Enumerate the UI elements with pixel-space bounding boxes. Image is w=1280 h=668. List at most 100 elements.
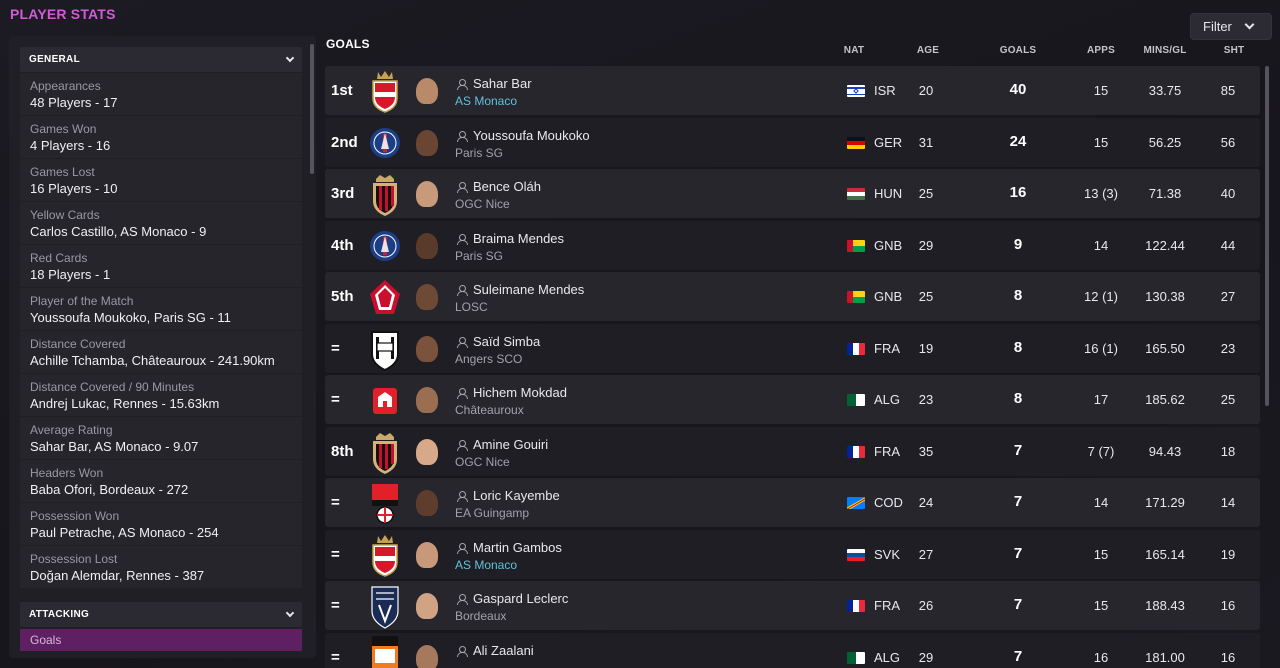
player-name-link[interactable]: Braima Mendes (457, 231, 564, 246)
stat-item[interactable]: Distance Covered / 90 Minutes Andrej Luka… (20, 374, 302, 416)
club-crest-icon[interactable] (369, 223, 401, 269)
table-row[interactable]: = Martin Gambos AS Monaco SVK 27 7 15 165.14 19 (325, 529, 1260, 579)
table-row[interactable]: 5th Suleimane Mendes LOSC GNB 25 8 12 (1) 130.3… (325, 272, 1260, 321)
player-name-link[interactable]: Sahar Bar (457, 76, 532, 91)
player-name-link[interactable]: Loric Kayembe (457, 488, 560, 503)
club-name-link[interactable]: Angers SCO (455, 352, 522, 366)
col-header-apps[interactable]: APPS (1087, 45, 1115, 56)
player-avatar[interactable] (416, 181, 438, 207)
person-icon (457, 439, 468, 451)
club-name-link[interactable]: Paris SG (455, 146, 503, 160)
club-crest-icon[interactable] (369, 274, 401, 320)
club-crest-icon[interactable] (369, 171, 401, 217)
club-name-link[interactable]: OGC Nice (455, 197, 510, 211)
player-name-link[interactable]: Ali Zaalani (457, 643, 534, 658)
player-name-link[interactable]: Hichem Mokdad (457, 385, 567, 400)
sidebar-scrollbar-thumb[interactable] (310, 44, 314, 174)
player-avatar[interactable] (416, 78, 438, 104)
nation-flag-icon (847, 291, 865, 303)
stat-item[interactable]: Games Won 4 Players - 16 (20, 116, 302, 158)
sidebar-scrollbar[interactable] (310, 44, 314, 652)
club-crest-icon[interactable] (369, 377, 401, 423)
player-avatar[interactable] (416, 129, 438, 156)
player-avatar[interactable] (416, 593, 438, 619)
stat-leader: Youssoufa Moukoko, Paris SG - 11 (30, 310, 231, 325)
table-row[interactable]: = Saïd Simba Angers SCO FRA 19 8 16 (1) 165.50 2… (325, 323, 1260, 373)
table-row[interactable]: = Gaspard Leclerc Bordeaux FRA 26 7 15 188.43 16 (325, 581, 1260, 630)
player-name-link[interactable]: Youssoufa Moukoko (457, 128, 590, 143)
table-scrollbar[interactable] (1265, 66, 1269, 406)
table-row[interactable]: = Loric Kayembe EA Guingamp COD 24 7 14 171.29 1… (325, 478, 1260, 527)
shots-value: 23 (1220, 340, 1236, 356)
player-avatar[interactable] (416, 438, 438, 465)
shots-value: 18 (1220, 443, 1236, 459)
nationality-code: SVK (874, 546, 901, 562)
player-name-link[interactable]: Saïd Simba (457, 334, 540, 349)
stat-item[interactable]: Possession Lost Doğan Alemdar, Rennes - 3… (20, 546, 302, 588)
col-header-sht[interactable]: SHT (1224, 45, 1245, 56)
table-row[interactable]: 4th Braima Mendes Paris SG GNB 29 9 14 122.44 44 (325, 220, 1260, 270)
shots-value: 19 (1220, 546, 1236, 562)
section-general[interactable]: GENERAL (20, 47, 302, 72)
player-avatar[interactable] (416, 232, 438, 259)
apps-value: 15 (1093, 83, 1109, 98)
stat-item[interactable]: Red Cards 18 Players - 1 (20, 245, 302, 287)
filter-button[interactable]: Filter (1190, 13, 1272, 40)
table-row[interactable]: 2nd Youssoufa Moukoko Paris SG GER 31 24 15 56.… (325, 117, 1260, 167)
col-header-mins-gl[interactable]: MINS/GL (1143, 45, 1186, 56)
player-avatar[interactable] (416, 490, 438, 516)
club-crest-icon[interactable] (369, 429, 401, 475)
col-header-nat[interactable]: NAT (844, 45, 864, 56)
player-name: Amine Gouiri (473, 436, 549, 452)
mins-per-goal-value: 171.29 (1145, 495, 1185, 510)
col-header-age[interactable]: AGE (917, 45, 939, 56)
stat-item[interactable]: Possession Won Paul Petrache, AS Monaco -… (20, 503, 302, 545)
club-name-link[interactable]: OGC Nice (455, 455, 510, 469)
player-avatar[interactable] (416, 387, 438, 413)
player-name-link[interactable]: Amine Gouiri (457, 437, 548, 452)
player-name-link[interactable]: Martin Gambos (457, 540, 562, 555)
section-attacking[interactable]: ATTACKING (20, 602, 302, 627)
player-name-link[interactable]: Gaspard Leclerc (457, 591, 568, 606)
table-row[interactable]: = Hichem Mokdad Châteauroux ALG 23 8 17 185.62 2… (325, 375, 1260, 424)
stat-item[interactable]: Headers Won Baba Ofori, Bordeaux - 272 (20, 460, 302, 502)
club-name-link[interactable]: Bordeaux (455, 609, 506, 623)
stat-item[interactable]: Yellow Cards Carlos Castillo, AS Monaco -… (20, 202, 302, 244)
stat-leader: Carlos Castillo, AS Monaco - 9 (30, 224, 207, 239)
player-avatar[interactable] (416, 284, 438, 310)
club-crest-icon[interactable] (369, 480, 401, 526)
player-avatar[interactable] (416, 644, 438, 668)
nation-flag-icon (847, 651, 865, 664)
stat-item[interactable]: Average Rating Sahar Bar, AS Monaco - 9.0… (20, 417, 302, 459)
stat-item[interactable]: Player of the Match Youssoufa Moukoko, Pa… (20, 288, 302, 330)
player-avatar[interactable] (416, 541, 438, 568)
table-row[interactable]: 1st Sahar Bar AS Monaco ISR 20 40 15 33.75 85 (325, 66, 1260, 115)
club-name-link[interactable]: Paris SG (455, 249, 503, 263)
club-crest-icon[interactable] (369, 635, 401, 668)
player-name-link[interactable]: Suleimane Mendes (457, 282, 584, 297)
goals-value: 24 (1009, 132, 1027, 150)
stat-item[interactable]: Games Lost 16 Players - 10 (20, 159, 302, 201)
club-crest-icon[interactable] (369, 583, 401, 629)
col-header-goals[interactable]: GOALS (1000, 45, 1037, 56)
club-name-link[interactable]: LOSC (455, 300, 488, 314)
stat-item[interactable]: Distance Covered Achille Tchamba, Château… (20, 331, 302, 373)
club-crest-icon[interactable] (369, 68, 401, 114)
table-row[interactable]: 8th Amine Gouiri OGC Nice FRA 35 7 7 (7) 94.43 1… (325, 426, 1260, 476)
person-icon (457, 233, 468, 245)
table-row[interactable]: = Ali Zaalani ALG 29 7 16 181.00 16 (325, 632, 1260, 668)
club-crest-icon[interactable] (369, 326, 401, 372)
club-name-link[interactable]: AS Monaco (455, 94, 517, 108)
stat-category: Average Rating (30, 423, 113, 437)
club-name-link[interactable]: Châteauroux (455, 403, 524, 417)
player-name-link[interactable]: Bence Oláh (457, 179, 541, 194)
mins-per-goal-value: 165.50 (1145, 340, 1185, 356)
club-crest-icon[interactable] (369, 532, 401, 578)
club-name-link[interactable]: AS Monaco (455, 558, 517, 572)
club-crest-icon[interactable] (369, 120, 401, 166)
stat-item[interactable]: Appearances 48 Players - 17 (20, 73, 302, 115)
stat-item-goals[interactable]: Goals (20, 629, 302, 651)
player-avatar[interactable] (416, 335, 438, 362)
club-name-link[interactable]: EA Guingamp (455, 506, 529, 520)
table-row[interactable]: 3rd Bence Oláh OGC Nice HUN 25 16 13 (3) 71.38 4… (325, 169, 1260, 218)
